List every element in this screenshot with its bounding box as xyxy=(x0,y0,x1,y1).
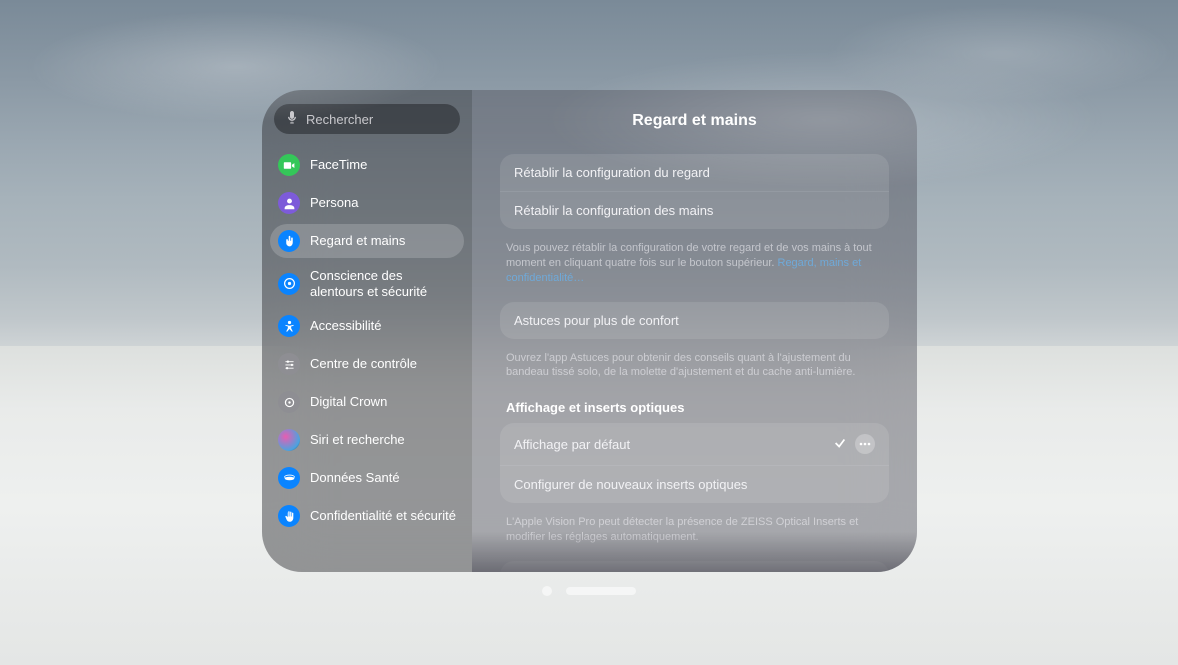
crown-dial-icon xyxy=(278,391,300,413)
row-label: Rétablir la configuration du regard xyxy=(514,165,710,180)
sidebar-item-control-center[interactable]: Centre de contrôle xyxy=(270,347,464,381)
search-placeholder: Rechercher xyxy=(306,112,373,127)
row-rerun-eye-setup[interactable]: Rétablir la configuration du regard xyxy=(500,154,889,191)
caption-inserts: L'Apple Vision Pro peut détecter la prés… xyxy=(500,511,889,561)
eye-circle-icon xyxy=(278,273,300,295)
caption-comfort: Ouvrez l'app Astuces pour obtenir des co… xyxy=(500,347,889,397)
section-display-inserts: Affichage et inserts optiques xyxy=(500,396,889,423)
row-label: Astuces pour plus de confort xyxy=(514,313,679,328)
window-pager xyxy=(542,586,636,596)
group-refit: Ajuster de nouveau l'affichage xyxy=(500,561,889,572)
sidebar-item-label: Conscience des alentours et sécurité xyxy=(310,268,456,299)
group-comfort: Astuces pour plus de confort xyxy=(500,302,889,339)
pager-dot[interactable] xyxy=(542,586,552,596)
sidebar-item-digital-crown[interactable]: Digital Crown xyxy=(270,385,464,419)
row-label: Configurer de nouveaux inserts optiques xyxy=(514,477,747,492)
sidebar-item-privacy[interactable]: Confidentialité et sécurité xyxy=(270,499,464,533)
sidebar-item-label: Siri et recherche xyxy=(310,432,405,448)
sidebar: Rechercher FaceTime Persona Regard et ma… xyxy=(262,90,472,572)
more-button[interactable] xyxy=(855,434,875,454)
sidebar-item-label: Regard et mains xyxy=(310,233,405,249)
row-refit-display[interactable]: Ajuster de nouveau l'affichage xyxy=(500,561,889,572)
video-icon xyxy=(278,154,300,176)
sidebar-item-accessibility[interactable]: Accessibilité xyxy=(270,309,464,343)
sidebar-item-label: Confidentialité et sécurité xyxy=(310,508,456,524)
siri-icon xyxy=(278,429,300,451)
microphone-icon xyxy=(286,111,298,128)
sidebar-item-siri[interactable]: Siri et recherche xyxy=(270,423,464,457)
sidebar-item-persona[interactable]: Persona xyxy=(270,186,464,220)
sidebar-item-awareness[interactable]: Conscience des alentours et sécurité xyxy=(270,262,464,305)
pager-handle[interactable] xyxy=(566,587,636,595)
row-default-display[interactable]: Affichage par défaut xyxy=(500,423,889,465)
row-rerun-hand-setup[interactable]: Rétablir la configuration des mains xyxy=(500,191,889,229)
row-comfort-tips[interactable]: Astuces pour plus de confort xyxy=(500,302,889,339)
row-setup-new-inserts[interactable]: Configurer de nouveaux inserts optiques xyxy=(500,465,889,503)
group-rerun: Rétablir la configuration du regard Réta… xyxy=(500,154,889,229)
main-panel: Regard et mains Rétablir la configuratio… xyxy=(472,90,917,572)
group-display: Affichage par défaut Configurer de nouve… xyxy=(500,423,889,503)
row-label: Affichage par défaut xyxy=(514,437,630,452)
sidebar-item-facetime[interactable]: FaceTime xyxy=(270,148,464,182)
row-label: Rétablir la configuration des mains xyxy=(514,203,713,218)
search-input[interactable]: Rechercher xyxy=(274,104,460,134)
sidebar-item-label: FaceTime xyxy=(310,157,367,173)
sidebar-item-label: Persona xyxy=(310,195,358,211)
sidebar-item-label: Données Santé xyxy=(310,470,400,486)
person-icon xyxy=(278,192,300,214)
accessibility-icon xyxy=(278,315,300,337)
sliders-icon xyxy=(278,353,300,375)
sidebar-item-label: Centre de contrôle xyxy=(310,356,417,372)
sidebar-item-label: Digital Crown xyxy=(310,394,387,410)
checkmark-icon xyxy=(833,436,847,453)
page-title: Regard et mains xyxy=(500,112,889,130)
caption-rerun: Vous pouvez rétablir la configuration de… xyxy=(500,237,889,302)
settings-window: Rechercher FaceTime Persona Regard et ma… xyxy=(262,90,917,572)
sidebar-item-label: Accessibilité xyxy=(310,318,382,334)
hand-point-icon xyxy=(278,230,300,252)
sidebar-item-health[interactable]: Données Santé xyxy=(270,461,464,495)
sidebar-item-eyes-hands[interactable]: Regard et mains xyxy=(270,224,464,258)
health-icon xyxy=(278,467,300,489)
hand-raised-icon xyxy=(278,505,300,527)
